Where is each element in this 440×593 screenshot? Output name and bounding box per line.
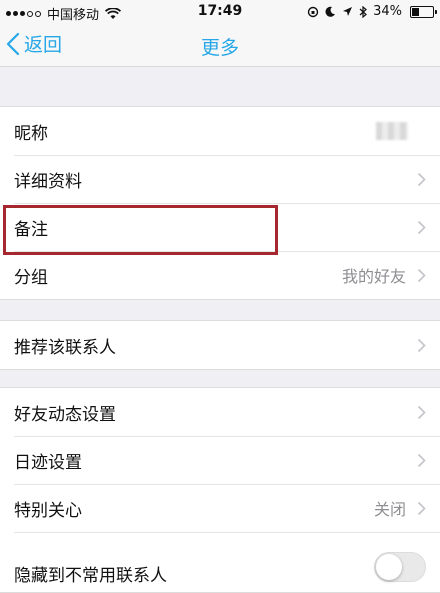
row-value: 关闭: [373, 500, 406, 519]
chevron-right-icon: [417, 405, 426, 420]
row-nickname[interactable]: 昵称: [0, 107, 440, 155]
chevron-right-icon: [417, 338, 426, 353]
battery-percent: 34%: [373, 4, 402, 19]
row-friend-feed-settings[interactable]: 好友动态设置: [0, 388, 440, 436]
row-label: 日迹设置: [14, 452, 82, 473]
chevron-right-icon: [417, 268, 426, 283]
battery-fill: [412, 7, 419, 16]
row-remark[interactable]: 备注: [0, 203, 440, 251]
status-bar: 中国移动 17:49 34%: [0, 0, 440, 24]
chevron-right-icon: [417, 172, 426, 187]
chevron-right-icon: [417, 220, 426, 235]
chevron-right-icon: [417, 501, 426, 516]
row-label: 推荐该联系人: [14, 337, 116, 358]
row-label: 备注: [14, 219, 48, 240]
row-label: 好友动态设置: [14, 404, 116, 425]
row-special-care[interactable]: 特别关心 关闭: [0, 484, 440, 532]
status-right: 34%: [307, 4, 437, 19]
toggle-knob: [376, 554, 402, 580]
row-label: 分组: [14, 267, 48, 288]
nav-bar: 返回 更多: [0, 24, 440, 67]
orientation-lock-icon: [307, 6, 319, 17]
location-icon: [343, 7, 353, 16]
moon-icon: [325, 6, 336, 17]
hide-infrequent-toggle[interactable]: [374, 552, 426, 582]
settings-group-privacy: 好友动态设置 日迹设置 特别关心 关闭 隐藏到不常用联系人: [0, 387, 440, 593]
page-title: 更多: [200, 37, 239, 59]
nickname-value-blurred: [376, 122, 408, 140]
row-hide-to-infrequent: 隐藏到不常用联系人: [0, 532, 440, 592]
row-value: 我的好友: [341, 267, 406, 286]
settings-group-profile: 昵称 详细资料 备注 分组 我的好友: [0, 106, 440, 300]
row-label: 特别关心: [14, 500, 82, 521]
row-details[interactable]: 详细资料: [0, 155, 440, 203]
bluetooth-icon: [359, 5, 368, 18]
row-label: 隐藏到不常用联系人: [14, 565, 167, 586]
row-recommend-contact[interactable]: 推荐该联系人: [0, 321, 440, 369]
chevron-right-icon: [417, 453, 426, 468]
row-label: 详细资料: [14, 171, 82, 192]
row-daily-trace-settings[interactable]: 日迹设置: [0, 436, 440, 484]
row-group[interactable]: 分组 我的好友: [0, 251, 440, 299]
settings-group-recommend: 推荐该联系人: [0, 320, 440, 370]
row-label: 昵称: [14, 123, 48, 144]
battery-icon: [410, 5, 437, 18]
